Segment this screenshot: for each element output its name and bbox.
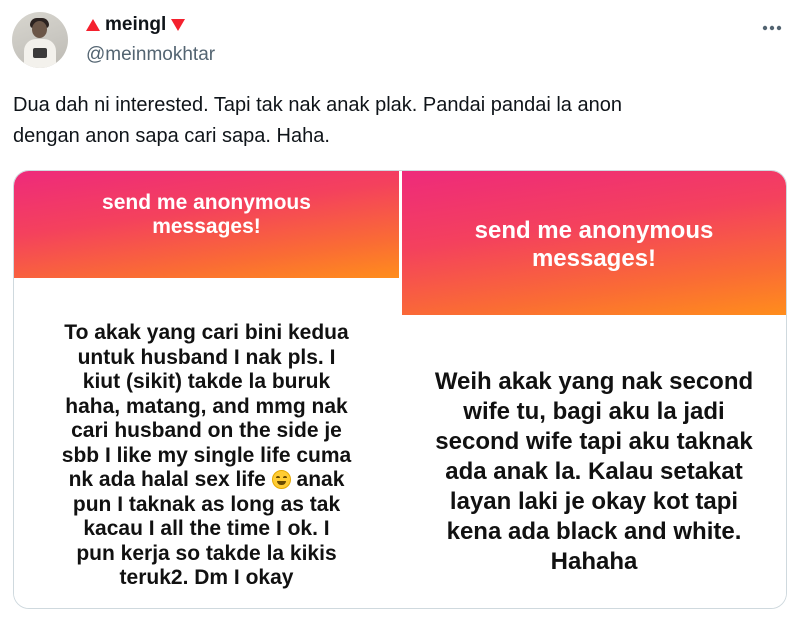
anonymous-message-text: Weih akak yang nak second wife tu, bagi … (412, 367, 776, 577)
message-line-part: nk ada halal sex life (68, 468, 266, 491)
message-line-part: anak (296, 468, 345, 491)
anonymous-message-text: To akak yang cari bini kedua untuk husba… (26, 321, 387, 591)
avatar-shirt-print (33, 48, 47, 58)
grinning-squinting-face-icon (271, 470, 291, 489)
tweet-text-line: Dua dah ni interested. Tapi tak nak anak… (13, 94, 622, 116)
author-name-row[interactable]: meingl (86, 13, 186, 37)
avatar[interactable] (12, 12, 68, 68)
message-line: pun kerja so takde la kikis (76, 541, 337, 565)
media-image-left[interactable]: send me anonymous messages! To akak yang… (14, 171, 399, 608)
banner-title: send me anonymous messages! (102, 191, 311, 278)
message-line: pun I taknak as long as tak (72, 492, 341, 516)
avatar-head (32, 21, 47, 38)
media-grid[interactable]: send me anonymous messages! To akak yang… (13, 170, 787, 609)
media-image-right[interactable]: send me anonymous messages! Weih akak ya… (402, 171, 786, 608)
red-triangle-up-icon (86, 19, 100, 31)
message-line: Hahaha (550, 548, 638, 575)
author-display-name[interactable]: meingl (105, 14, 166, 36)
message-line: ada anak la. Kalau setakat (445, 458, 743, 485)
tweet-text-line: dengan anon sapa cari sapa. Haha. (13, 125, 330, 147)
message-line: haha, matang, and mmg nak (65, 394, 348, 418)
more-horizontal-icon (762, 25, 782, 31)
banner-title-line: messages! (152, 215, 261, 239)
tweet-text: Dua dah ni interested. Tapi tak nak anak… (13, 90, 783, 152)
author-handle[interactable]: @meinmokhtar (86, 44, 215, 66)
message-line: sbb I like my single life cuma (61, 443, 352, 467)
more-options-button[interactable] (756, 12, 788, 44)
banner-title-line: send me anonymous (102, 191, 311, 214)
message-line: untuk husband I nak pls. I (77, 345, 336, 369)
message-line: nk ada halal sex life anak (26, 468, 387, 493)
message-line: kiut (sikit) takde la buruk (82, 370, 331, 393)
message-line: layan laki je okay kot tapi (449, 488, 739, 515)
red-triangle-down-icon (171, 19, 186, 31)
message-line: kacau I all the time I ok. I (83, 517, 330, 540)
message-line: To akak yang cari bini kedua (64, 321, 349, 344)
message-line: teruk2. Dm I okay (119, 566, 294, 589)
message-line: second wife tapi aku taknak (435, 428, 753, 455)
message-line: Weih akak yang nak second (434, 368, 754, 395)
banner-title-line: messages! (531, 244, 657, 272)
anonymous-banner: send me anonymous messages! (402, 171, 786, 315)
message-line: cari husband on the side je (71, 419, 342, 442)
message-line: kena ada black and white. (446, 518, 742, 545)
banner-title-line: send me anonymous (474, 217, 714, 244)
message-line: wife tu, bagi aku la jadi (463, 398, 725, 425)
banner-title: send me anonymous messages! (475, 217, 714, 315)
anonymous-banner: send me anonymous messages! (14, 171, 399, 278)
